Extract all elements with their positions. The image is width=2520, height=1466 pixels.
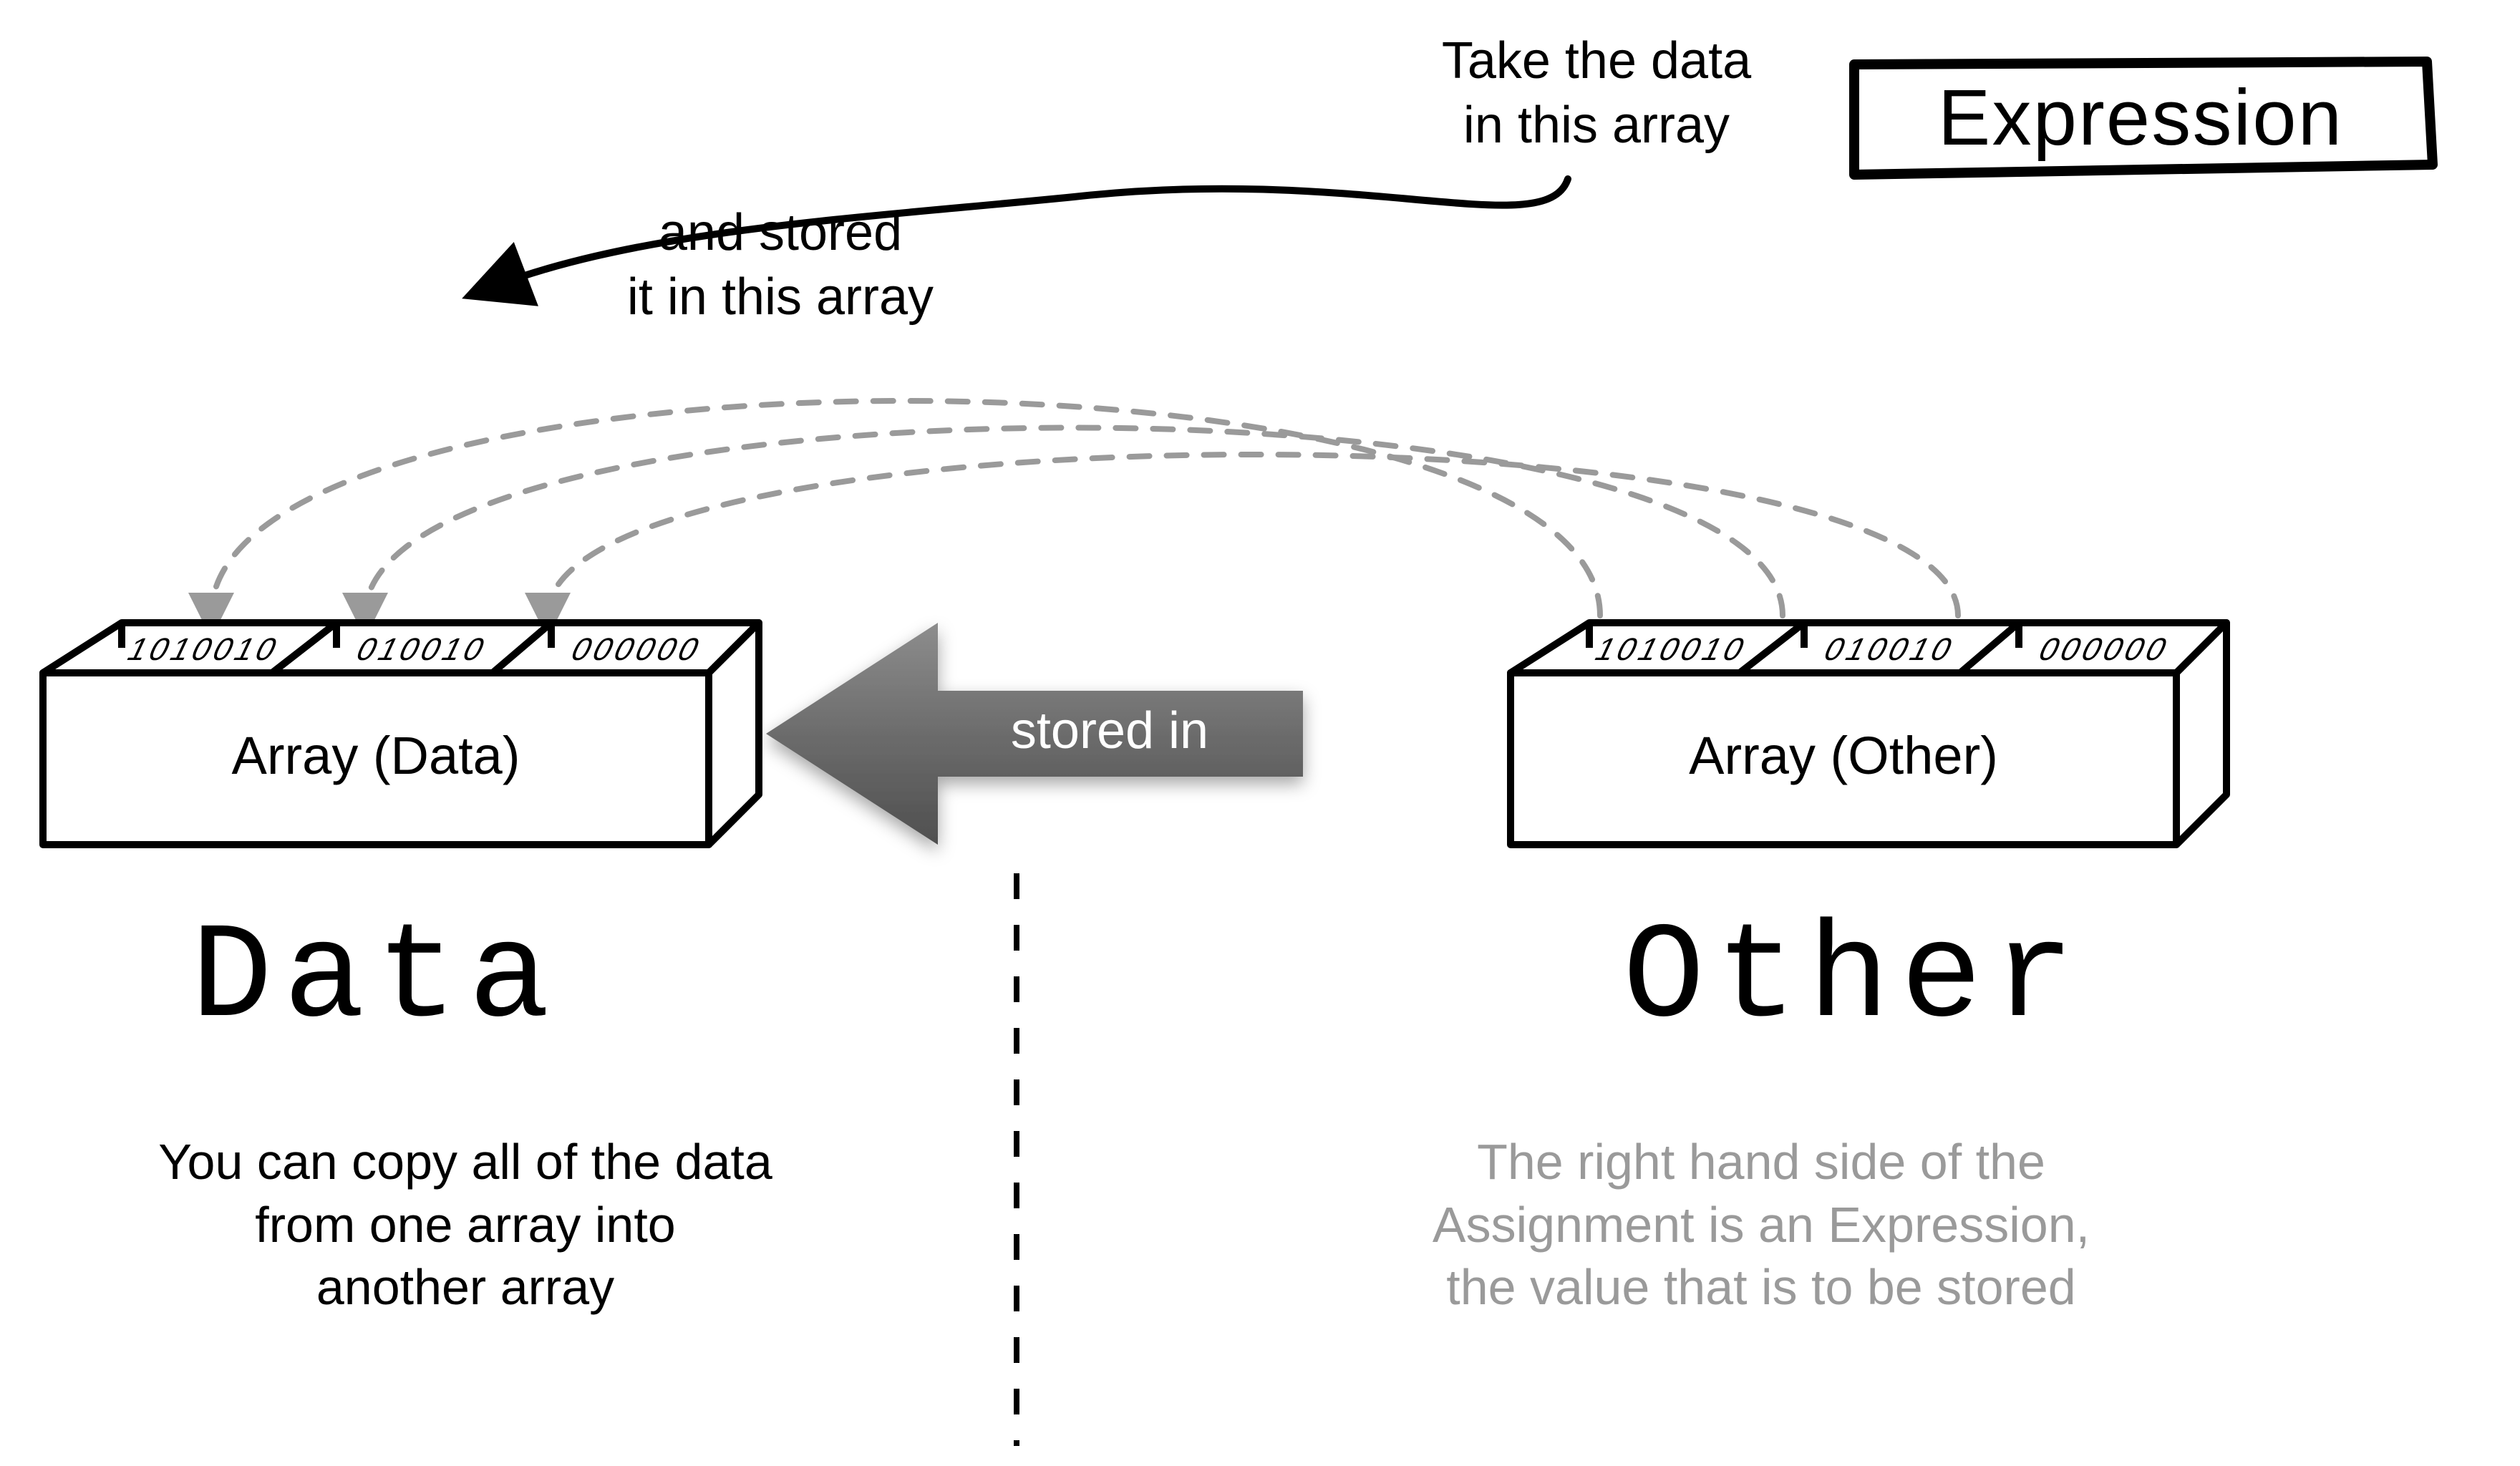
title-data: Data — [43, 895, 709, 1065]
annotation-take-data: Take the data in this array — [1346, 29, 1847, 157]
annotation-and-stored: and stored it in this array — [551, 200, 1009, 329]
right-cell-bits-3: 000000 — [2002, 630, 2207, 669]
right-box-label: Array (Other) — [1511, 723, 2176, 790]
caption-right: The right hand side of the Assignment is… — [1332, 1131, 2191, 1319]
transfer-arcs — [211, 401, 1958, 616]
caption-left: You can copy all of the data from one ar… — [43, 1131, 888, 1319]
diagram-stage: Expression Take the data in this array a… — [0, 0, 2520, 1466]
stored-in-label: stored in — [916, 699, 1303, 763]
left-cell-bits-3: 000000 — [535, 630, 740, 669]
left-cell-bits-2: 010010 — [320, 630, 525, 669]
left-cell-bits-1: 1010010 — [102, 630, 306, 669]
title-other: Other — [1496, 895, 2212, 1065]
right-cell-bits-1: 1010010 — [1569, 630, 1774, 669]
left-box-label: Array (Data) — [43, 723, 709, 790]
right-cell-bits-2: 010010 — [1788, 630, 1992, 669]
expression-badge-label: Expression — [1854, 69, 2427, 168]
